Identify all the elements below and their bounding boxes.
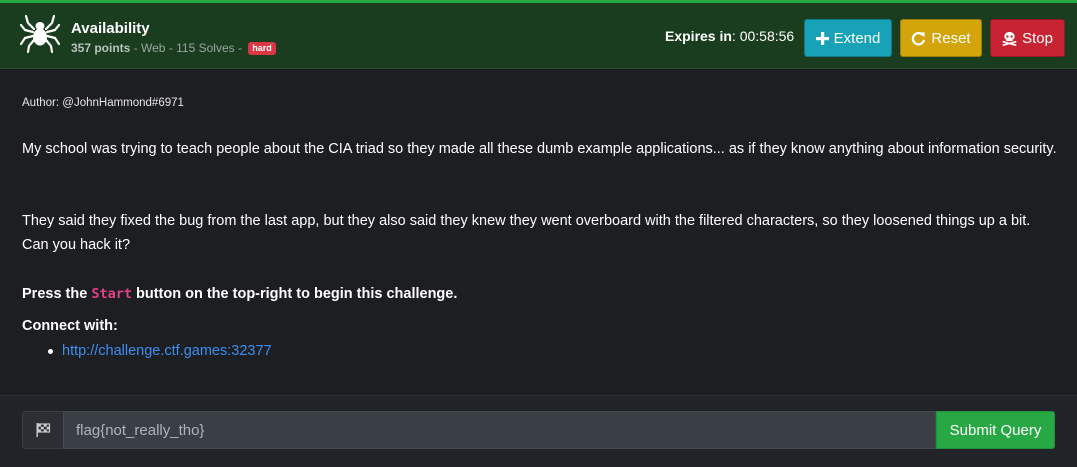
challenge-points: 357 points	[71, 41, 131, 55]
challenge-card: Availability 357 points - Web - 115 Solv…	[0, 0, 1077, 467]
expires-separator: :	[731, 28, 740, 44]
expires-label: Expires in	[665, 28, 732, 44]
redo-icon	[912, 31, 926, 45]
submit-query-button[interactable]: Submit Query	[936, 411, 1055, 449]
skull-crossbones-icon	[1002, 31, 1017, 46]
connect-list-item: http://challenge.ctf.games:32377	[48, 339, 272, 363]
start-instructions: Press the Start button on the top-right …	[22, 282, 1057, 306]
extend-button-label: Extend	[833, 29, 881, 47]
connect-label: Connect with:	[22, 318, 118, 334]
description-paragraph: My school was trying to teach people abo…	[22, 141, 1057, 157]
start-instructions-suffix: button on the top-right to begin this ch…	[131, 286, 458, 302]
expires-value: 00:58:56	[739, 28, 795, 44]
description-paragraph: They said they fixed the bug from the la…	[22, 213, 1031, 253]
stop-button[interactable]: Stop	[990, 19, 1065, 57]
start-code: Start	[91, 286, 132, 302]
expires-timer: Expires in: 00:58:56	[665, 28, 794, 44]
list-bullet	[48, 348, 53, 354]
flag-addon	[22, 411, 63, 449]
flag-submit-form: Submit Query	[0, 395, 1077, 467]
stop-button-label: Stop	[1022, 29, 1053, 47]
challenge-link[interactable]: http://challenge.ctf.games:32377	[62, 339, 272, 363]
plus-icon	[815, 31, 829, 45]
checkered-flag-icon	[36, 423, 51, 437]
challenge-header: Availability 357 points - Web - 115 Solv…	[0, 0, 1077, 69]
reset-button[interactable]: Reset	[900, 19, 982, 57]
start-instructions-prefix: Press the	[22, 286, 92, 302]
challenge-meta: 357 points - Web - 115 Solves - hard	[71, 41, 276, 55]
extend-button[interactable]: Extend	[804, 19, 892, 57]
challenge-title: Availability	[71, 20, 150, 37]
reset-button-label: Reset	[931, 29, 971, 47]
spider-icon	[20, 14, 60, 53]
flag-input[interactable]	[63, 411, 936, 449]
challenge-meta-details: - Web - 115 Solves -	[130, 41, 246, 55]
difficulty-badge: hard	[248, 41, 276, 55]
challenge-author: Author: @JohnHammond#6971	[22, 97, 184, 109]
